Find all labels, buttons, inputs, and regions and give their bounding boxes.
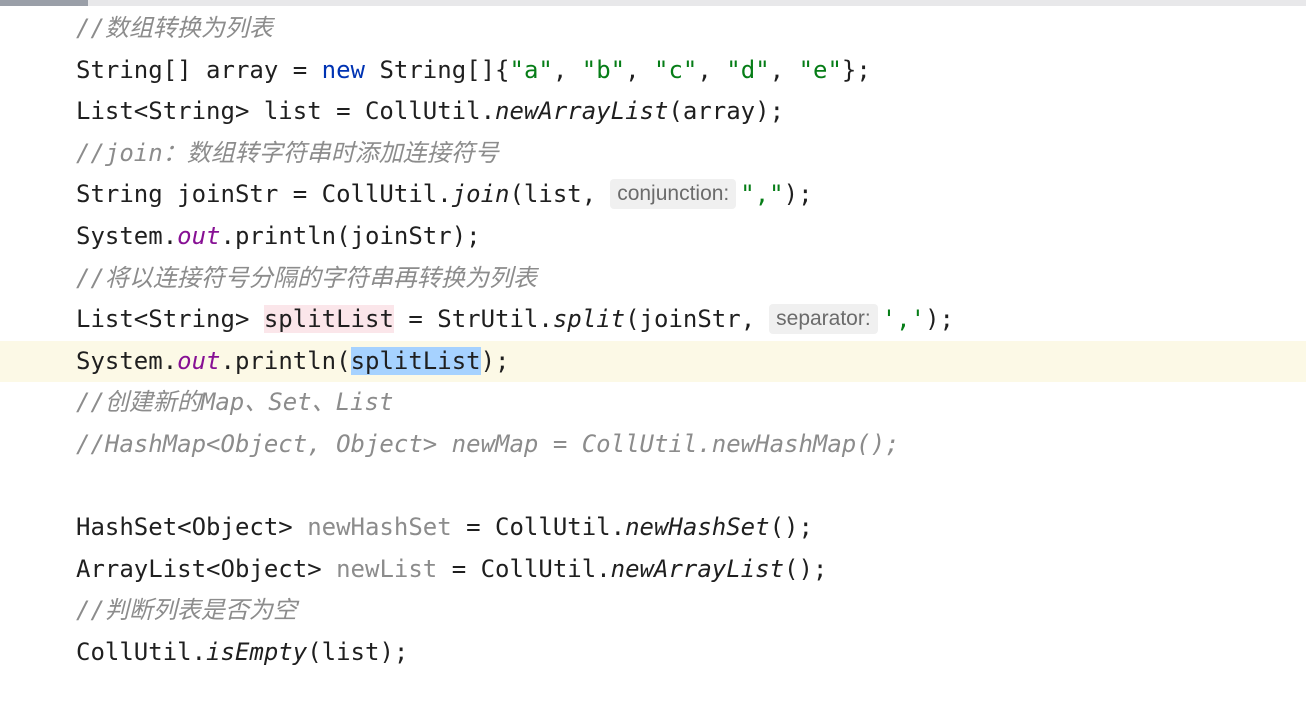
- code-text: String[]{: [365, 55, 510, 84]
- code-line-current: System.out.println(splitList);: [0, 340, 1306, 383]
- code-text: = StrUtil.: [393, 305, 553, 334]
- selected-text[interactable]: splitList: [350, 346, 481, 375]
- code-text: (array);: [668, 97, 785, 126]
- code-text: List<String>: [76, 305, 264, 334]
- code-text: ,: [697, 55, 727, 84]
- string-literal: "d": [726, 55, 770, 84]
- code-text: };: [841, 55, 871, 84]
- static-field-out: out: [177, 346, 221, 375]
- static-field-out: out: [177, 221, 221, 250]
- code-text: String joinStr = CollUtil.: [76, 180, 452, 209]
- code-editor[interactable]: //数组转换为列表 String[] array = new String[]{…: [0, 8, 1306, 674]
- code-text: CollUtil.: [76, 637, 207, 666]
- code-line-println: System.out.println(joinStr);: [0, 216, 1306, 258]
- code-text: HashSet<Object>: [76, 513, 308, 542]
- parameter-hint-separator: separator:: [769, 304, 878, 335]
- highlighted-variable-usage: splitList: [263, 305, 394, 334]
- code-comment: //判断列表是否为空: [76, 596, 297, 625]
- code-line-array-declaration: String[] array = new String[]{"a", "b", …: [0, 50, 1306, 92]
- code-text: .println(: [220, 346, 351, 375]
- code-text: ,: [769, 55, 799, 84]
- char-literal: ',': [881, 305, 926, 334]
- code-text: );: [480, 346, 510, 375]
- code-line-split: List<String> splitList = StrUtil.split(j…: [0, 299, 1306, 341]
- code-line-comment: //join：数组转字符串时添加连接符号: [0, 133, 1306, 175]
- code-comment: //HashMap<Object, Object> newMap = CollU…: [76, 429, 900, 458]
- code-line-hashset: HashSet<Object> newHashSet = CollUtil.ne…: [0, 507, 1306, 549]
- code-line-comment: //将以连接符号分隔的字符串再转换为列表: [0, 258, 1306, 300]
- keyword-new: new: [321, 55, 365, 84]
- code-comment: //数组转换为列表: [76, 14, 273, 42]
- static-method-call: split: [552, 305, 626, 334]
- string-literal: "b": [581, 55, 626, 84]
- static-method-call: newHashSet: [625, 513, 770, 542]
- code-line-comment: //判断列表是否为空: [0, 590, 1306, 632]
- static-method-call: newArrayList: [610, 554, 785, 583]
- code-line-join: String joinStr = CollUtil.join(list, conj…: [0, 174, 1306, 216]
- code-comment: //join：数组转字符串时添加连接符号: [76, 138, 499, 167]
- code-line-comment: //HashMap<Object, Object> newMap = CollU…: [0, 424, 1306, 466]
- code-line-comment: //数组转换为列表: [0, 8, 1306, 50]
- code-line-comment: //创建新的Map、Set、List: [0, 382, 1306, 424]
- code-text: System.: [76, 221, 178, 250]
- code-text: (joinStr,: [625, 305, 756, 334]
- active-tab-indicator[interactable]: [0, 0, 88, 6]
- code-comment: //创建新的Map、Set、List: [76, 388, 394, 417]
- static-method-call: join: [451, 180, 510, 209]
- code-text: ();: [769, 513, 813, 542]
- unused-variable: newHashSet: [307, 513, 452, 542]
- code-line-arraylist: ArrayList<Object> newList = CollUtil.new…: [0, 549, 1306, 591]
- code-text: ,: [625, 55, 655, 84]
- code-text: ArrayList<Object>: [76, 554, 337, 583]
- code-text: );: [925, 305, 954, 334]
- parameter-hint-conjunction: conjunction:: [610, 179, 737, 210]
- string-literal: "c": [654, 55, 698, 84]
- editor-tab-strip: [0, 0, 1306, 6]
- static-method-call: isEmpty: [206, 637, 308, 666]
- string-literal: "e": [798, 55, 842, 84]
- code-text: (list,: [509, 180, 597, 209]
- string-literal: "a": [509, 55, 553, 84]
- code-comment: //将以连接符号分隔的字符串再转换为列表: [76, 263, 537, 292]
- code-text: List<String> list = CollUtil.: [76, 97, 496, 126]
- code-text: = CollUtil.: [451, 513, 626, 542]
- code-text: ,: [552, 55, 582, 84]
- static-method-call: newArrayList: [495, 97, 669, 126]
- code-line-isempty: CollUtil.isEmpty(list);: [0, 632, 1306, 674]
- code-line-list-declaration: List<String> list = CollUtil.newArrayLis…: [0, 91, 1306, 133]
- string-literal: ",": [740, 180, 784, 209]
- code-text: );: [783, 180, 813, 209]
- code-text: String[] array =: [76, 55, 322, 84]
- code-text: ();: [784, 554, 828, 583]
- code-text: (list);: [307, 637, 409, 666]
- code-text: .println(joinStr);: [220, 221, 481, 250]
- code-text: System.: [76, 346, 178, 375]
- code-text: = CollUtil.: [437, 554, 611, 583]
- unused-variable: newList: [336, 554, 438, 583]
